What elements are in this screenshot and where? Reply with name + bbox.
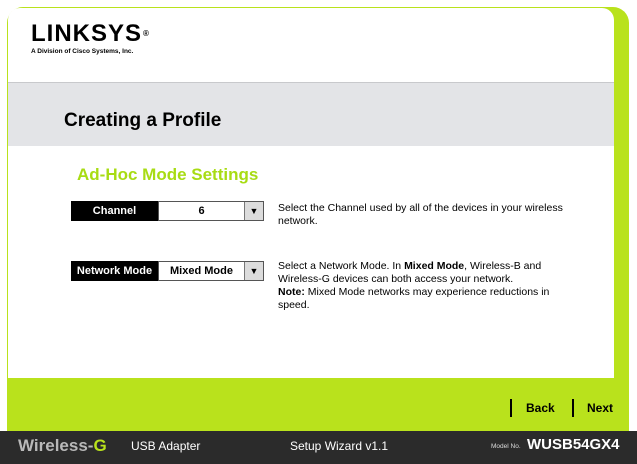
channel-value: 6: [198, 205, 205, 217]
nav-separator: [572, 399, 574, 417]
footer-model-no-label: Model No.: [491, 443, 521, 450]
footer-model: WUSB54GX4: [527, 436, 620, 453]
network-mode-description: Select a Network Mode. In Mixed Mode, Wi…: [278, 260, 550, 311]
footer-brand: Wireless-G: [18, 436, 107, 455]
chevron-down-icon[interactable]: ▼: [244, 202, 263, 220]
logo-text: LINKSYS: [31, 20, 143, 47]
network-mode-select[interactable]: Mixed Mode ▼: [158, 261, 264, 281]
linksys-logo: LINKSYS®: [31, 22, 150, 46]
footer-wizard-version: Setup Wizard v1.1: [290, 439, 389, 453]
logo-reg-mark: ®: [143, 29, 150, 38]
channel-label: Channel: [71, 201, 158, 221]
footer-product: USB Adapter: [131, 439, 201, 453]
channel-select[interactable]: 6 ▼: [158, 201, 264, 221]
next-button[interactable]: Next: [587, 401, 613, 415]
network-mode-value: Mixed Mode: [170, 265, 233, 277]
page-title: Creating a Profile: [64, 110, 222, 131]
nav-bar: [8, 378, 614, 426]
chevron-down-icon[interactable]: ▼: [244, 262, 263, 280]
logo-subtitle: A Division of Cisco Systems, Inc.: [31, 48, 134, 55]
back-button[interactable]: Back: [526, 401, 555, 415]
channel-description: Select the Channel used by all of the de…: [278, 202, 563, 227]
section-title: Ad-Hoc Mode Settings: [77, 165, 259, 184]
network-mode-label: Network Mode: [71, 261, 158, 281]
nav-separator: [510, 399, 512, 417]
